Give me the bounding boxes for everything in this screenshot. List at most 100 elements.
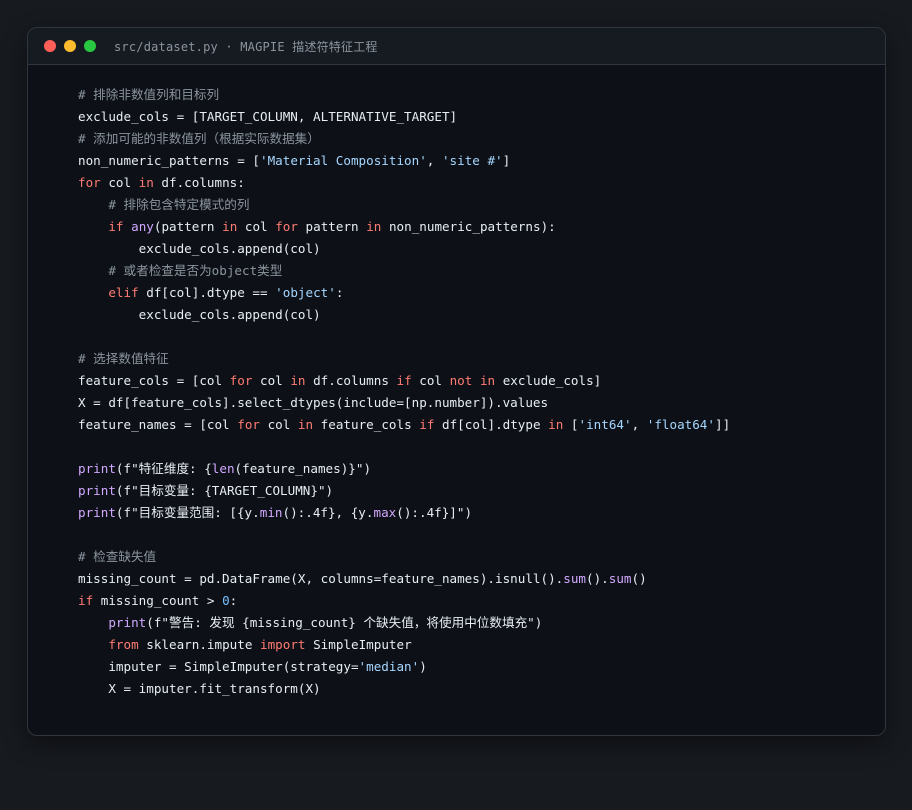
code-token-comment: # 排除包含特定模式的列 xyxy=(108,197,250,212)
code-token-plain: feature_cols = [col xyxy=(78,373,230,388)
code-line: if any(pattern in col for pattern in non… xyxy=(78,216,730,238)
code-line: # 添加可能的非数值列（根据实际数据集） xyxy=(78,128,730,150)
maximize-button[interactable] xyxy=(84,40,96,52)
code-token-comment: # 排除非数值列和目标列 xyxy=(78,87,220,102)
code-token-plain: X = df[feature_cols].select_dtypes(inclu… xyxy=(78,395,549,410)
code-token-keyword: for xyxy=(237,417,260,432)
code-token-plain: SimpleImputer xyxy=(305,637,412,652)
code-token-plain: feature_names = [col xyxy=(78,417,238,432)
code-block[interactable]: # 排除非数值列和目标列 exclude_cols = [TARGET_COLUM… xyxy=(78,84,730,700)
code-token-plain: X = imputer.fit_transform(X) xyxy=(78,681,321,696)
code-token-plain: missing_count > xyxy=(93,593,223,608)
code-token-plain: ():.4f}]") xyxy=(396,505,473,520)
code-line: feature_cols = [col for col in df.column… xyxy=(78,370,730,392)
code-token-plain: (feature_names)}") xyxy=(234,461,372,476)
code-token-string: 'site #' xyxy=(441,153,503,168)
code-line: missing_count = pd.DataFrame(X, columns=… xyxy=(78,568,730,590)
code-line: elif df[col].dtype == 'object': xyxy=(78,282,730,304)
code-line: imputer = SimpleImputer(strategy='median… xyxy=(78,656,730,678)
code-token-keyword: if xyxy=(396,373,412,388)
code-token-plain: : xyxy=(229,593,238,608)
code-token-plain: col xyxy=(259,417,298,432)
code-token-keyword: not xyxy=(449,373,473,388)
code-token-plain: [ xyxy=(563,417,579,432)
code-token-plain: , xyxy=(631,417,647,432)
code-token-plain: col xyxy=(237,219,276,234)
code-token-plain: ]] xyxy=(714,417,731,432)
code-token-comment: # 检查缺失值 xyxy=(78,549,157,564)
code-token-plain: non_numeric_patterns = [ xyxy=(78,153,260,168)
code-token-keyword: for xyxy=(78,175,101,190)
code-token-plain: non_numeric_patterns): xyxy=(381,219,556,234)
code-token-plain: missing_count = pd.DataFrame(X, columns=… xyxy=(78,571,564,586)
code-token-plain: (f"目标变量范围: [{y. xyxy=(115,505,260,520)
code-token-builtin: max xyxy=(373,505,397,520)
code-token-plain: (f"特征维度: { xyxy=(115,461,212,476)
code-token-comment: # 或者检查是否为object类型 xyxy=(108,263,283,278)
window-titlebar: src/dataset.py · MAGPIE 描述符特征工程 xyxy=(28,28,885,65)
code-line: # 检查缺失值 xyxy=(78,546,730,568)
code-token-number: 0 xyxy=(222,593,230,608)
code-line: exclude_cols.append(col) xyxy=(78,304,730,326)
code-token-keyword: in xyxy=(297,417,314,432)
code-token-string: 'median' xyxy=(358,659,420,674)
code-token-keyword: if xyxy=(108,219,124,234)
code-token-keyword: in xyxy=(366,219,382,234)
code-token-keyword: for xyxy=(229,373,253,388)
code-token-builtin: print xyxy=(78,461,116,476)
minimize-button[interactable] xyxy=(64,40,76,52)
code-token-builtin: len xyxy=(211,461,235,476)
code-token-keyword: in xyxy=(548,417,564,432)
code-token-keyword: in xyxy=(290,373,306,388)
code-window: src/dataset.py · MAGPIE 描述符特征工程 # 排除非数值列… xyxy=(27,27,886,736)
code-line: X = imputer.fit_transform(X) xyxy=(78,678,730,700)
code-token-keyword: if xyxy=(78,593,94,608)
code-token-comment: # 选择数值特征 xyxy=(78,351,169,366)
window-title: src/dataset.py · MAGPIE 描述符特征工程 xyxy=(114,39,378,54)
code-line: ​ xyxy=(78,524,730,546)
code-line: # 排除包含特定模式的列 xyxy=(78,194,730,216)
code-token-plain: (). xyxy=(586,571,609,586)
code-token-plain: ] xyxy=(502,153,511,168)
code-token-plain: () xyxy=(631,571,647,586)
code-line: non_numeric_patterns = ['Material Compos… xyxy=(78,150,730,172)
code-line: print(f"目标变量范围: [{y.min():.4f}, {y.max()… xyxy=(78,502,730,524)
code-token-string: 'float64' xyxy=(646,417,715,432)
code-line: feature_names = [col for col in feature_… xyxy=(78,414,730,436)
code-line: print(f"特征维度: {len(feature_names)}") xyxy=(78,458,730,480)
code-line: from sklearn.impute import SimpleImputer xyxy=(78,634,730,656)
code-line: exclude_cols = [TARGET_COLUMN, ALTERNATI… xyxy=(78,106,730,128)
code-line: # 排除非数值列和目标列 xyxy=(78,84,730,106)
code-token-keyword: in xyxy=(138,175,154,190)
code-token-plain: df[col].dtype xyxy=(434,417,549,432)
code-token-keyword: if xyxy=(419,417,435,432)
code-token-keyword: for xyxy=(275,219,298,234)
code-token-plain: (f"警告: 发现 {missing_count} 个缺失值，将使用中位数填充"… xyxy=(146,615,543,630)
code-token-plain: exclude_cols.append(col) xyxy=(78,241,321,256)
code-token-string: 'Material Composition' xyxy=(259,153,427,168)
code-token-keyword: in xyxy=(222,219,238,234)
code-line: if missing_count > 0: xyxy=(78,590,730,612)
code-token-builtin: print xyxy=(78,483,116,498)
code-token-plain: ) xyxy=(419,659,427,674)
code-line: # 或者检查是否为object类型 xyxy=(78,260,730,282)
code-token-keyword: elif xyxy=(108,285,139,300)
code-line: for col in df.columns: xyxy=(78,172,730,194)
code-line: print(f"目标变量: {TARGET_COLUMN}") xyxy=(78,480,730,502)
close-button[interactable] xyxy=(44,40,56,52)
code-line: exclude_cols.append(col) xyxy=(78,238,730,260)
code-token-keyword: import xyxy=(260,637,306,652)
code-line: print(f"警告: 发现 {missing_count} 个缺失值，将使用中… xyxy=(78,612,730,634)
code-token-plain: df.columns xyxy=(305,373,397,388)
code-line: X = df[feature_cols].select_dtypes(inclu… xyxy=(78,392,730,414)
code-token-string: 'int64' xyxy=(578,417,632,432)
code-token-plain: : xyxy=(335,285,344,300)
code-token-plain: col xyxy=(100,175,139,190)
code-token-string: 'object' xyxy=(275,285,336,300)
code-token-keyword: in xyxy=(479,373,496,388)
code-token-plain: feature_cols xyxy=(313,417,420,432)
